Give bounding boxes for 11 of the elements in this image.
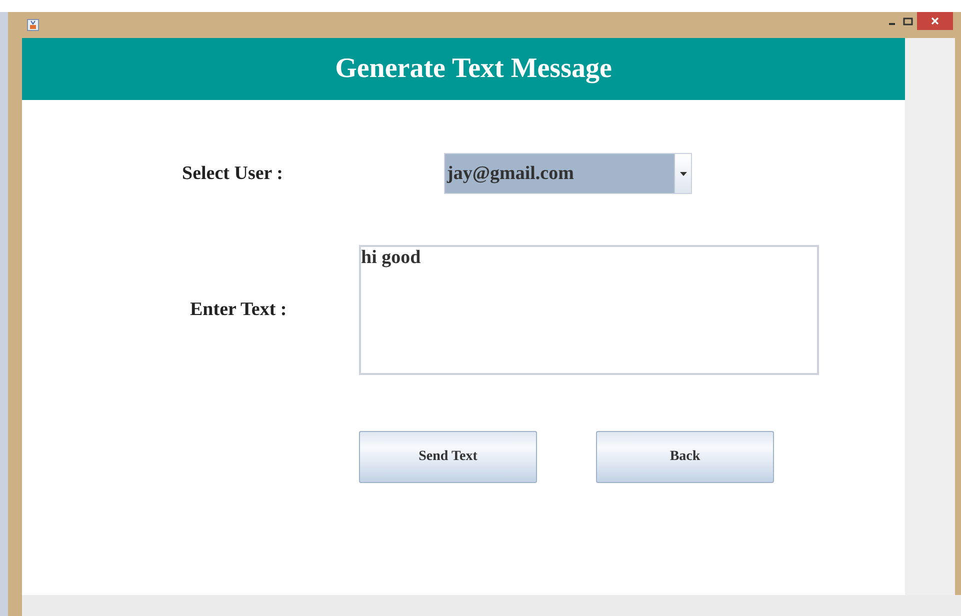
- maximize-icon[interactable]: [901, 16, 915, 28]
- header-title: Generate Text Message: [335, 53, 612, 85]
- enter-text-label: Enter Text :: [190, 299, 288, 321]
- back-button[interactable]: Back: [596, 431, 774, 483]
- message-text-area[interactable]: hi good: [359, 245, 819, 375]
- close-icon[interactable]: [917, 12, 953, 30]
- user-dropdown[interactable]: jay@gmail.com: [444, 153, 692, 194]
- app-icon: [27, 19, 39, 31]
- dropdown-arrow-icon: [680, 172, 686, 176]
- send-text-button[interactable]: Send Text: [359, 431, 537, 483]
- select-user-label: Select User :: [182, 162, 284, 184]
